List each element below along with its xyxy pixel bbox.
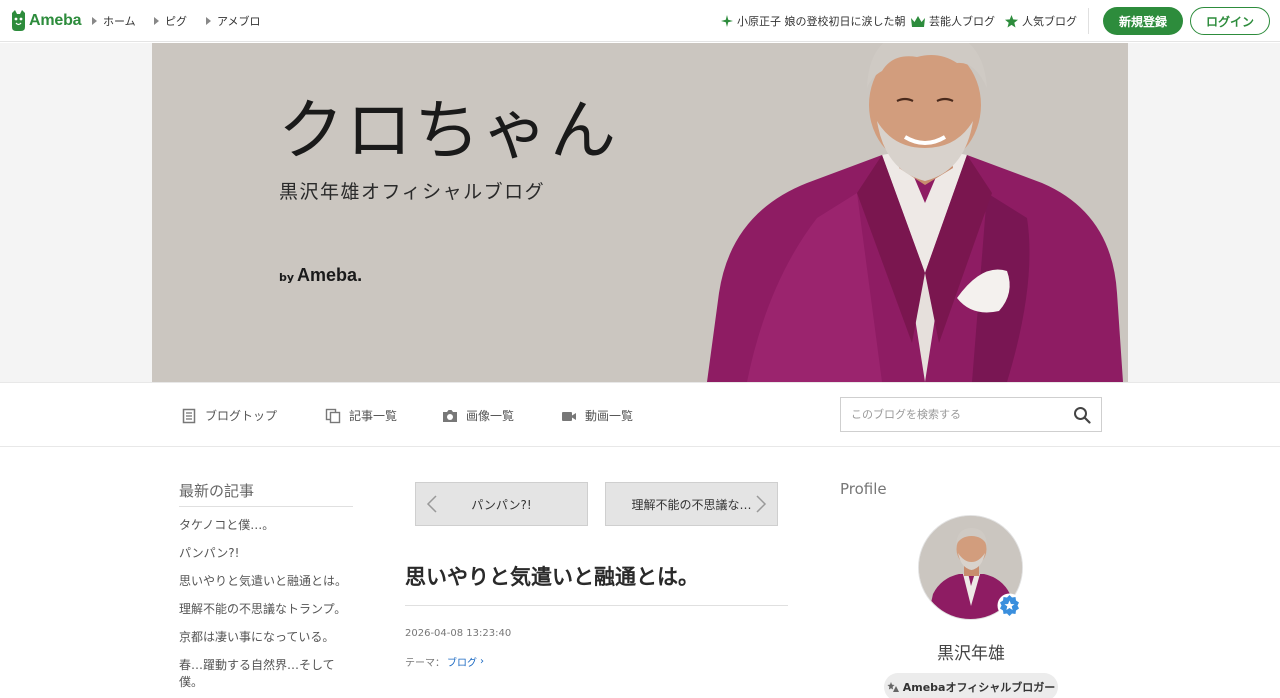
nav-ameblo-link[interactable]: アメブロ (206, 13, 260, 29)
triangle-right-icon (92, 17, 97, 25)
chevron-right-icon (756, 495, 767, 513)
blog-search-input[interactable] (841, 398, 1061, 431)
blog-header-banner[interactable]: クロちゃん 黒沢年雄オフィシャルブログ by Ameba. (152, 43, 1128, 382)
by-ameba-mark: by Ameba. (279, 265, 362, 286)
article-list-label: 記事一覧 (349, 409, 398, 423)
popular-blogs-label: 人気ブログ (1022, 15, 1077, 28)
blog-top-link[interactable]: ブログトップ (181, 407, 277, 424)
blog-nav-bar: ブログトップ 記事一覧 画像一覧 動画一覧 (0, 382, 1280, 447)
login-button[interactable]: ログイン (1190, 7, 1270, 35)
recent-posts-list: タケノコと僕…。 パンパン?! 思いやりと気遣いと融通とは。 理解不能の不思議な… (179, 517, 353, 698)
profile-name: 黒沢年雄 (937, 644, 1005, 664)
video-icon (562, 411, 576, 421)
search-icon[interactable] (1073, 406, 1091, 424)
triangle-right-icon (206, 17, 211, 25)
blog-top-label: ブログトップ (205, 409, 278, 423)
nav-home-link[interactable]: ホーム (92, 13, 136, 29)
theme-link[interactable]: ブログ (447, 654, 477, 669)
chevron-left-icon (426, 495, 437, 513)
article-title: 思いやりと気遣いと融通とは。 (405, 565, 699, 589)
official-blogger-label: Amebaオフィシャルブロガー (902, 681, 1056, 694)
video-list-label: 動画一覧 (585, 409, 634, 423)
recent-post-link[interactable]: パンパン?! (179, 545, 353, 562)
recent-posts-heading: 最新の記事 (179, 482, 255, 500)
star-icon (1005, 14, 1018, 27)
theme-prefix: テーマ： (405, 658, 445, 669)
next-article-label: 理解不能の不思議な… (631, 497, 752, 512)
document-icon (182, 408, 196, 423)
sparkle-icon (721, 15, 733, 27)
celebrity-blogs-label: 芸能人ブログ (929, 15, 995, 28)
article-list-link[interactable]: 記事一覧 (325, 407, 397, 424)
nav-pigg-link[interactable]: ピグ (154, 13, 187, 29)
official-blogger-badge[interactable]: Amebaオフィシャルブロガー (884, 673, 1058, 698)
crown-icon (911, 15, 925, 27)
blogger-portrait-image (707, 43, 1123, 382)
camera-icon (443, 409, 457, 422)
header-divider (1088, 8, 1089, 34)
previous-article-button[interactable]: パンパン?! (415, 482, 588, 526)
ameba-logo-icon (12, 10, 25, 31)
verified-badge-icon (997, 593, 1022, 618)
nav-home-label: ホーム (103, 15, 136, 28)
article-datetime: 2026-04-08 13:23:40 (405, 628, 512, 639)
article-title-divider (405, 605, 788, 606)
nav-ameblo-label: アメブロ (217, 15, 261, 28)
nav-pigg-label: ピグ (165, 15, 187, 28)
triangle-right-icon (154, 17, 159, 25)
recent-post-link[interactable]: 思いやりと気遣いと融通とは。 (179, 573, 353, 590)
image-list-link[interactable]: 画像一覧 (442, 407, 514, 424)
next-article-button[interactable]: 理解不能の不思議な… (605, 482, 778, 526)
blog-search-box (840, 397, 1102, 432)
popular-blogs-link[interactable]: 人気ブログ (1005, 13, 1077, 29)
by-label: by (279, 271, 295, 284)
blog-title: クロちゃん (278, 92, 618, 169)
recent-post-link[interactable]: 春…躍動する自然界…そして僕。 (179, 657, 353, 691)
celebrity-blogs-link[interactable]: 芸能人ブログ (911, 13, 995, 29)
copy-icon (325, 408, 341, 423)
video-list-link[interactable]: 動画一覧 (561, 407, 633, 424)
image-list-label: 画像一覧 (466, 409, 515, 423)
profile-heading: Profile (840, 480, 887, 498)
ameba-logo[interactable]: Ameba (10, 10, 82, 31)
recent-post-link[interactable]: 京都は凄い事になっている。 (179, 629, 353, 646)
previous-article-label: パンパン?! (471, 497, 532, 512)
trending-topic-link[interactable]: 小原正子 娘の登校初日に涙した朝 (721, 13, 906, 29)
blog-subtitle: 黒沢年雄オフィシャルブログ (279, 181, 546, 203)
global-header: Ameba ホーム ピグ アメブロ 小原正子 娘の登校初日に涙した朝 芸能人ブロ… (0, 0, 1280, 42)
recent-post-link[interactable]: タケノコと僕…。 (179, 517, 353, 534)
trending-topic-label: 小原正子 娘の登校初日に涙した朝 (737, 15, 906, 28)
official-star-icon (887, 681, 899, 692)
ameba-logo-text: Ameba (29, 11, 82, 29)
recent-posts-divider (179, 506, 353, 507)
recent-post-link[interactable]: 理解不能の不思議なトランプ。 (179, 601, 353, 618)
article-theme: テーマ： ブログ › (405, 654, 484, 669)
by-brand: Ameba. (297, 265, 363, 285)
chevron-right-icon: › (480, 656, 484, 667)
register-button[interactable]: 新規登録 (1103, 7, 1183, 35)
